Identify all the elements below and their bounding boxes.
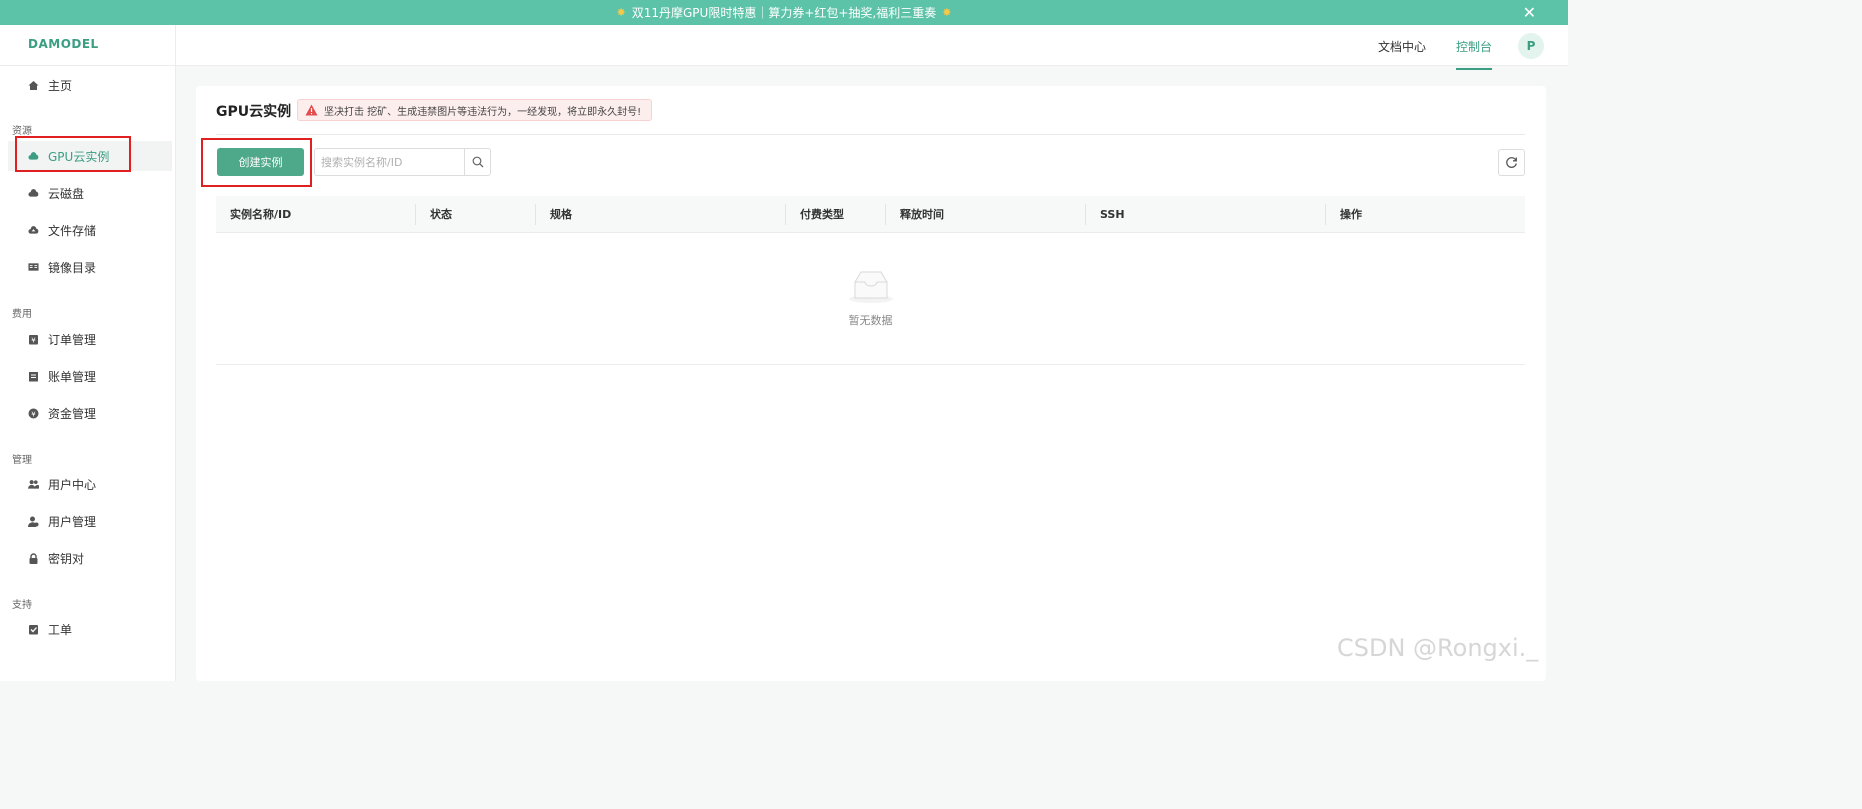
sidebar-group-resources: 资源 bbox=[12, 126, 32, 137]
column-header-name[interactable]: 实例名称/ID bbox=[216, 196, 291, 233]
header-divider bbox=[175, 25, 176, 66]
sidebar-group-billing: 费用 bbox=[12, 309, 32, 320]
empty-inbox-icon bbox=[849, 271, 893, 303]
sidebar-item-label: 密钥对 bbox=[48, 551, 85, 566]
page-title: GPU云实例 bbox=[216, 104, 292, 120]
sidebar-item-user-center[interactable]: 用户中心 bbox=[0, 469, 176, 499]
highlight-box bbox=[15, 136, 131, 172]
sidebar-item-key-pairs[interactable]: 密钥对 bbox=[0, 543, 176, 573]
warning-icon bbox=[305, 104, 318, 116]
promo-banner-text: 双11丹摩GPU限时特惠｜算力券+红包+抽奖,福利三重奏 bbox=[631, 6, 937, 20]
ticket-check-icon bbox=[28, 624, 39, 635]
column-header-status[interactable]: 状态 bbox=[416, 196, 452, 233]
sidebar-item-image-catalog[interactable]: 镜像目录 bbox=[0, 252, 176, 282]
sidebar-item-funds[interactable]: ¥ 资金管理 bbox=[0, 398, 176, 428]
highlight-box bbox=[201, 138, 312, 187]
home-icon bbox=[28, 80, 39, 91]
sidebar-group-management: 管理 bbox=[12, 455, 32, 466]
bill-icon bbox=[28, 371, 39, 382]
firework-icon: ✸ bbox=[942, 6, 952, 19]
nav-docs-link[interactable]: 文档中心 bbox=[1378, 38, 1426, 55]
warning-alert-text: 坚决打击 挖矿、生成违禁图片等违法行为，一经发现，将立即永久封号! bbox=[324, 106, 642, 118]
sidebar-item-file-storage[interactable]: 文件存储 bbox=[0, 215, 176, 245]
lock-icon bbox=[28, 552, 39, 564]
table-header: 实例名称/ID 状态 规格 付费类型 释放时间 SSH 操作 bbox=[216, 196, 1525, 233]
column-header-release-time[interactable]: 释放时间 bbox=[886, 196, 944, 233]
svg-text:¥: ¥ bbox=[31, 336, 36, 344]
column-header-payment-type[interactable]: 付费类型 bbox=[786, 196, 844, 233]
promo-banner[interactable]: ✸ 双11丹摩GPU限时特惠｜算力券+红包+抽奖,福利三重奏 ✸ ✕ bbox=[0, 0, 1568, 25]
refresh-button[interactable] bbox=[1498, 149, 1525, 176]
warning-alert: 坚决打击 挖矿、生成违禁图片等违法行为，一经发现，将立即永久封号! bbox=[297, 99, 653, 121]
cloud-upload-icon bbox=[28, 225, 39, 236]
sidebar-item-user-management[interactable]: 用户管理 bbox=[0, 506, 176, 536]
users-icon bbox=[28, 479, 39, 490]
svg-text:¥: ¥ bbox=[31, 410, 36, 418]
sidebar-item-label: 资金管理 bbox=[48, 406, 97, 421]
sidebar-item-label: 镜像目录 bbox=[48, 260, 97, 275]
watermark: CSDN @Rongxi._ bbox=[1337, 634, 1539, 662]
book-icon bbox=[28, 262, 39, 273]
nav-console-link[interactable]: 控制台 bbox=[1456, 38, 1493, 70]
sidebar-item-label: 主页 bbox=[48, 78, 73, 93]
close-icon[interactable]: ✕ bbox=[1523, 3, 1536, 22]
avatar[interactable]: P bbox=[1518, 33, 1544, 59]
sidebar: 主页 资源 GPU云实例 云磁盘 文件存储 镜像目录 费用 ¥ 订单管理 账单管… bbox=[0, 66, 176, 681]
table-empty-state: 暂无数据 bbox=[216, 233, 1525, 365]
sidebar-item-tickets[interactable]: 工单 bbox=[0, 614, 176, 644]
search-button[interactable] bbox=[464, 148, 491, 176]
sidebar-item-label: 用户管理 bbox=[48, 514, 97, 529]
logo[interactable]: DAMODEL bbox=[28, 37, 99, 51]
sidebar-item-label: 订单管理 bbox=[48, 332, 97, 347]
column-header-ssh[interactable]: SSH bbox=[1086, 196, 1125, 233]
firework-icon: ✸ bbox=[616, 6, 626, 19]
sidebar-item-bills[interactable]: 账单管理 bbox=[0, 361, 176, 391]
order-icon: ¥ bbox=[28, 334, 39, 345]
empty-state-text: 暂无数据 bbox=[848, 314, 893, 327]
column-header-actions[interactable]: 操作 bbox=[1326, 196, 1362, 233]
user-settings-icon bbox=[28, 516, 39, 527]
top-header: DAMODEL 文档中心 控制台 P bbox=[0, 25, 1568, 70]
main-card: GPU云实例 坚决打击 挖矿、生成违禁图片等违法行为，一经发现，将立即永久封号!… bbox=[196, 86, 1546, 681]
search-input[interactable] bbox=[314, 148, 464, 176]
sidebar-item-cloud-disk[interactable]: 云磁盘 bbox=[0, 178, 176, 208]
sidebar-item-label: 文件存储 bbox=[48, 223, 97, 238]
column-header-spec[interactable]: 规格 bbox=[536, 196, 572, 233]
yen-coin-icon: ¥ bbox=[28, 408, 39, 419]
sidebar-group-support: 支持 bbox=[12, 600, 32, 611]
sidebar-item-label: 用户中心 bbox=[48, 477, 97, 492]
sidebar-item-orders[interactable]: ¥ 订单管理 bbox=[0, 324, 176, 354]
title-divider bbox=[216, 134, 1525, 135]
sidebar-item-home[interactable]: 主页 bbox=[0, 70, 176, 100]
sidebar-item-label: 账单管理 bbox=[48, 369, 97, 384]
refresh-icon bbox=[1506, 157, 1517, 168]
cloud-icon bbox=[28, 188, 39, 199]
search-icon bbox=[472, 156, 483, 168]
sidebar-item-label: 云磁盘 bbox=[48, 186, 85, 201]
sidebar-item-label: 工单 bbox=[48, 622, 73, 637]
